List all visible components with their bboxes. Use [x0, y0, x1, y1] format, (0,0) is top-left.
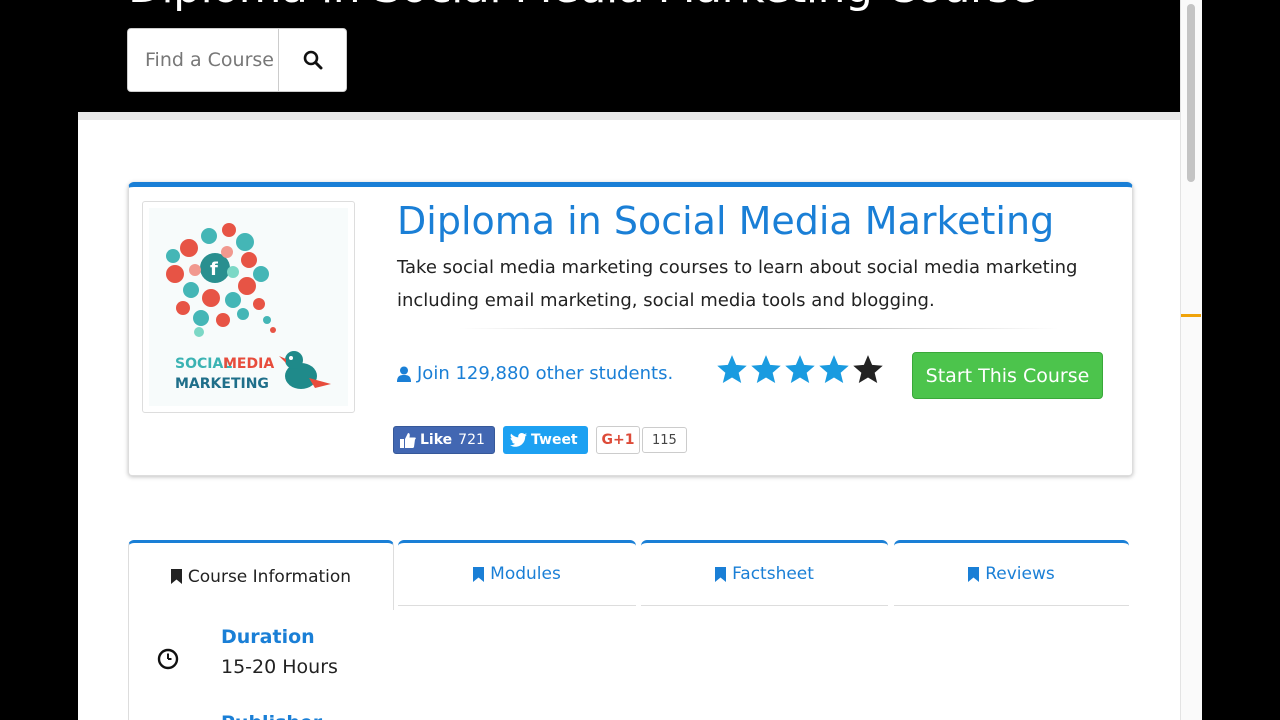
- join-students-link[interactable]: Join 129,880 other students.: [397, 363, 673, 384]
- course-thumbnail[interactable]: f SOCIAL MEDIA MARKETING: [142, 201, 355, 413]
- search-button[interactable]: [278, 29, 346, 91]
- tab-course-information[interactable]: Course Information: [128, 540, 394, 610]
- duration-value: 15-20 Hours: [221, 656, 338, 678]
- svg-text:f: f: [210, 259, 218, 280]
- tab-reviews[interactable]: Reviews: [894, 540, 1129, 606]
- search-input[interactable]: [128, 29, 278, 91]
- facebook-like-label: Like: [420, 432, 453, 448]
- course-title[interactable]: Diploma in Social Media Marketing: [397, 199, 1054, 243]
- course-description: Take social media marketing courses to l…: [397, 257, 1078, 311]
- join-text: Join 129,880 other students.: [417, 363, 674, 384]
- bookmark-icon: [170, 569, 182, 584]
- bookmark-icon: [473, 566, 485, 582]
- bird-illustration: [279, 351, 331, 389]
- google-plus-count: 115: [642, 427, 687, 453]
- course-image: f SOCIAL MEDIA MARKETING: [149, 208, 348, 406]
- publisher-label: Publisher: [221, 712, 322, 720]
- tab-factsheet[interactable]: Factsheet: [641, 540, 888, 606]
- user-icon: [397, 366, 411, 382]
- tweet-button[interactable]: Tweet: [503, 426, 588, 454]
- social-bubbles-illustration: f SOCIAL MEDIA MARKETING: [166, 223, 331, 392]
- clock-icon: [157, 648, 179, 670]
- course-tabs: Course Information Modules Factsheet Rev…: [128, 540, 1129, 610]
- page: Diploma in Social Media Marketing Course: [0, 0, 1280, 720]
- thumbs-up-icon: [400, 433, 416, 448]
- star-filled-icon: [717, 355, 747, 384]
- scrollbar-thumb[interactable]: [1187, 4, 1195, 182]
- star-rating: [715, 353, 885, 387]
- thumb-text-marketing: MARKETING: [175, 376, 269, 392]
- search-icon: [303, 50, 322, 70]
- google-plus-button[interactable]: G+1: [596, 426, 640, 454]
- star-filled-icon: [785, 355, 815, 384]
- hero-title: Diploma in Social Media Marketing Course: [128, 0, 1037, 13]
- duration-label: Duration: [221, 626, 315, 648]
- bookmark-icon: [715, 566, 727, 582]
- twitter-bird-icon: [510, 433, 527, 447]
- course-card: f SOCIAL MEDIA MARKETING Diploma in Soci…: [128, 182, 1133, 476]
- scroll-marker: [1181, 314, 1201, 317]
- social-share-bar: Like 721 Tweet G+1 115: [393, 426, 687, 454]
- star-filled-icon: [819, 355, 849, 384]
- main-content: f SOCIAL MEDIA MARKETING Diploma in Soci…: [78, 112, 1180, 720]
- bookmark-icon: [968, 566, 980, 582]
- star-filled-icon: [751, 355, 781, 384]
- tab-modules[interactable]: Modules: [398, 540, 636, 606]
- course-information-panel: Duration 15-20 Hours Publisher: [128, 606, 1128, 720]
- divider: [459, 328, 1059, 329]
- facebook-like-count: 721: [458, 432, 485, 448]
- course-search: [127, 28, 347, 92]
- tweet-label: Tweet: [531, 432, 578, 448]
- thumb-text-media: MEDIA: [223, 356, 274, 372]
- facebook-like-button[interactable]: Like 721: [393, 426, 495, 454]
- star-empty-icon: [853, 355, 883, 384]
- scrollbar[interactable]: [1180, 0, 1202, 720]
- start-course-button[interactable]: Start This Course: [912, 352, 1103, 399]
